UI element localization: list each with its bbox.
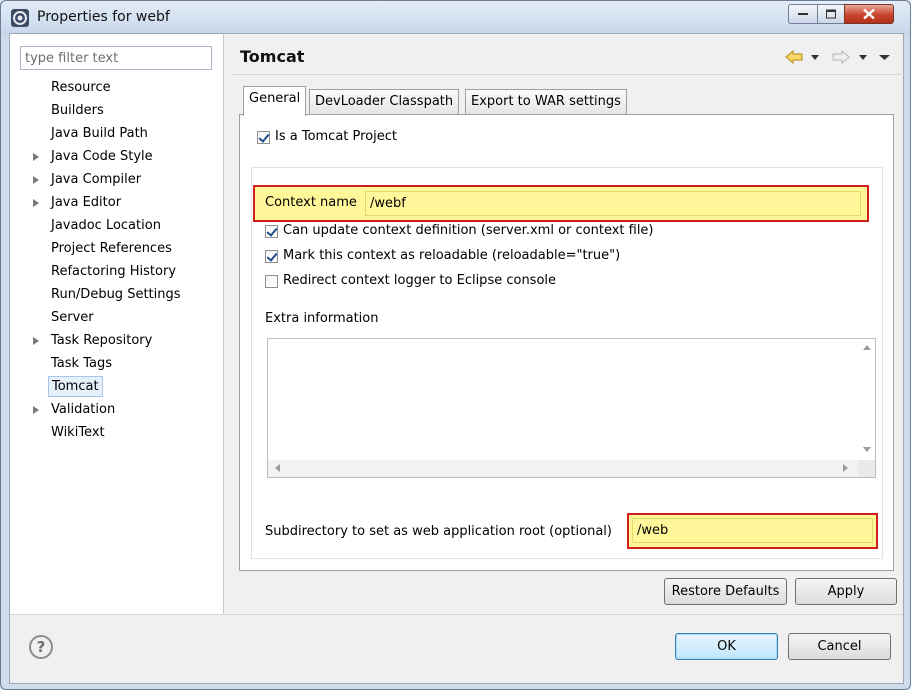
back-history-dropdown[interactable]	[811, 50, 820, 66]
tree-item-label: Refactoring History	[51, 264, 177, 279]
forward-button[interactable]	[832, 49, 850, 66]
chevron-down-icon	[859, 55, 867, 60]
close-button[interactable]	[844, 4, 894, 24]
back-button[interactable]	[785, 49, 803, 66]
forward-history-dropdown[interactable]	[859, 50, 868, 66]
general-tab-panel: Is a Tomcat Project Context name Can upd…	[239, 114, 894, 571]
header-divider	[232, 74, 904, 75]
reloadable-checkbox[interactable]	[265, 250, 278, 263]
tree-item-task-repository[interactable]: Task Repository	[10, 329, 223, 352]
maximize-button[interactable]	[817, 4, 845, 24]
scroll-corner	[858, 460, 875, 477]
reloadable-label: Mark this context as reloadable (reloada…	[283, 248, 621, 263]
tree-item-validation[interactable]: Validation	[10, 398, 223, 421]
tree-item-java-compiler[interactable]: Java Compiler	[10, 168, 223, 191]
dialog-client-area: Resource Builders Java Build Path Java C…	[9, 33, 904, 684]
context-name-label: Context name	[265, 195, 357, 210]
back-arrow-icon	[785, 49, 803, 65]
tree-item-label: Java Editor	[51, 195, 122, 210]
close-icon	[863, 8, 875, 20]
tree-item-run-debug-settings[interactable]: Run/Debug Settings	[10, 283, 223, 306]
tree-item-label: Task Tags	[51, 356, 112, 371]
help-icon[interactable]: ?	[29, 635, 53, 659]
title-bar: Properties for webf	[1, 1, 910, 35]
property-pages-tree: Resource Builders Java Build Path Java C…	[10, 76, 223, 444]
tab-export-to-war-settings[interactable]: Export to WAR settings	[465, 89, 627, 115]
tree-item-label: Validation	[51, 402, 116, 417]
vertical-scrollbar[interactable]	[858, 339, 875, 460]
properties-dialog: Properties for webf Resource Builders Ja…	[0, 0, 911, 690]
tree-item-refactoring-history[interactable]: Refactoring History	[10, 260, 223, 283]
tree-item-label: Java Code Style	[51, 149, 153, 164]
expand-arrow-icon[interactable]	[33, 337, 39, 345]
button-bar-divider	[10, 614, 903, 615]
ok-button[interactable]: OK	[675, 633, 778, 660]
eclipse-app-icon	[11, 9, 29, 27]
filter-input[interactable]	[20, 46, 212, 70]
tree-item-label: Run/Debug Settings	[51, 287, 181, 302]
tree-item-label: Resource	[51, 80, 111, 95]
extra-information-label: Extra information	[265, 311, 379, 326]
horizontal-scrollbar[interactable]	[268, 460, 858, 477]
tree-item-builders[interactable]: Builders	[10, 99, 223, 122]
context-name-input[interactable]	[365, 191, 861, 216]
tab-label: Export to WAR settings	[471, 94, 621, 109]
tab-label: DevLoader Classpath	[315, 94, 454, 109]
tree-item-java-editor[interactable]: Java Editor	[10, 191, 223, 214]
can-update-context-checkbox[interactable]	[265, 225, 278, 238]
tree-item-label: Java Compiler	[51, 172, 142, 187]
expand-arrow-icon[interactable]	[33, 176, 39, 184]
subdirectory-label: Subdirectory to set as web application r…	[265, 524, 612, 539]
apply-button[interactable]: Apply	[795, 578, 897, 605]
minimize-button[interactable]	[788, 4, 818, 24]
chevron-down-icon	[811, 55, 819, 60]
page-title: Tomcat	[240, 47, 305, 66]
scroll-right-icon[interactable]	[843, 464, 848, 472]
window-title: Properties for webf	[37, 9, 170, 25]
tab-general[interactable]: General	[243, 86, 307, 116]
tree-item-label: WikiText	[51, 425, 105, 440]
context-settings-group: Context name Can update context definiti…	[251, 167, 883, 559]
expand-arrow-icon[interactable]	[33, 406, 39, 414]
tree-item-label: Builders	[51, 103, 104, 118]
tree-item-server[interactable]: Server	[10, 306, 223, 329]
extra-information-textarea[interactable]	[267, 338, 876, 478]
redirect-logger-checkbox[interactable]	[265, 275, 278, 288]
scroll-up-icon[interactable]	[863, 345, 871, 350]
is-tomcat-project-label: Is a Tomcat Project	[275, 129, 398, 144]
cancel-button[interactable]: Cancel	[788, 633, 891, 660]
tree-item-label: Task Repository	[51, 333, 153, 348]
tree-item-javadoc-location[interactable]: Javadoc Location	[10, 214, 223, 237]
view-menu-icon	[879, 55, 890, 60]
tree-item-label: Tomcat	[48, 376, 103, 397]
tree-item-label: Server	[51, 310, 94, 325]
can-update-context-label: Can update context definition (server.xm…	[283, 223, 654, 238]
tree-item-task-tags[interactable]: Task Tags	[10, 352, 223, 375]
tree-item-resource[interactable]: Resource	[10, 76, 223, 99]
tree-item-java-code-style[interactable]: Java Code Style	[10, 145, 223, 168]
tree-item-java-build-path[interactable]: Java Build Path	[10, 122, 223, 145]
tree-item-label: Javadoc Location	[51, 218, 161, 233]
restore-defaults-button[interactable]: Restore Defaults	[664, 578, 787, 605]
property-pages-pane: Resource Builders Java Build Path Java C…	[10, 34, 224, 614]
tab-label: General	[249, 91, 301, 106]
subdirectory-input[interactable]	[632, 518, 873, 543]
view-menu-button[interactable]	[879, 50, 891, 66]
tree-item-tomcat[interactable]: Tomcat	[10, 375, 223, 398]
expand-arrow-icon[interactable]	[33, 199, 39, 207]
is-tomcat-project-checkbox[interactable]	[257, 131, 270, 144]
expand-arrow-icon[interactable]	[33, 153, 39, 161]
scroll-down-icon[interactable]	[863, 447, 871, 452]
tab-devloader-classpath[interactable]: DevLoader Classpath	[309, 89, 460, 115]
forward-arrow-icon	[832, 49, 850, 65]
redirect-logger-label: Redirect context logger to Eclipse conso…	[283, 273, 557, 288]
tree-item-label: Project References	[51, 241, 172, 256]
tree-item-label: Java Build Path	[51, 126, 148, 141]
scroll-left-icon[interactable]	[275, 464, 280, 472]
tree-item-wikitext[interactable]: WikiText	[10, 421, 223, 444]
tree-item-project-references[interactable]: Project References	[10, 237, 223, 260]
